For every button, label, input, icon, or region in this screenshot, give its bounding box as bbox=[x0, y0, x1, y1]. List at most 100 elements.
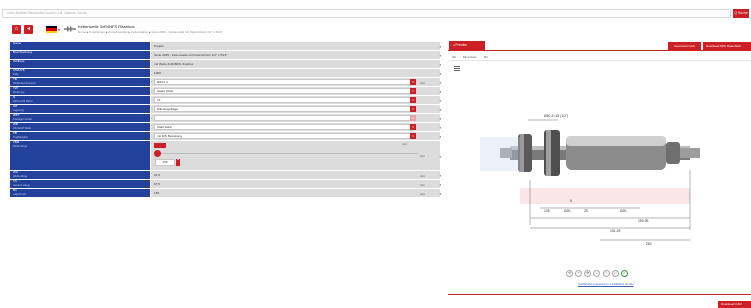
page-title: Kettenwelle 3xR4NFS Ritzelbox bbox=[78, 24, 135, 29]
lock-icon[interactable]: ▪ bbox=[438, 89, 443, 94]
param-sublabel: Lagerbreite bbox=[13, 192, 27, 196]
lock-icon[interactable]: ▪ bbox=[438, 154, 443, 159]
tab-preview[interactable]: ◂ Preview bbox=[449, 41, 485, 50]
download-pdf-button[interactable]: Download PDF Datenblatt bbox=[703, 42, 751, 50]
lock-icon[interactable]: ▪ bbox=[438, 98, 443, 103]
param-label-cell: TS Gesamt Länge bbox=[10, 179, 150, 189]
param-select-value: Rillenkugellager bbox=[157, 107, 179, 111]
rotate-icon[interactable]: ⟲ bbox=[566, 270, 573, 277]
home-icon[interactable]: ⌂ bbox=[12, 25, 21, 34]
chevron-down-icon: ▾ bbox=[410, 133, 416, 139]
lock-icon[interactable]: ▪ bbox=[438, 71, 443, 76]
lock-icon[interactable]: ▪ bbox=[438, 80, 443, 85]
param-label-cell: WO Wellenlänge bbox=[10, 170, 150, 180]
param-value-cell: Rillenkugellager ▾ bbox=[151, 105, 440, 114]
param-value: mit Welle 3xR4NFS ritzelbox bbox=[154, 62, 194, 66]
download-cad-button-bottom[interactable]: Download CAD bbox=[718, 301, 751, 308]
subtab-2d[interactable]: 2D bbox=[452, 55, 456, 59]
dim-label: Ø20 bbox=[620, 209, 627, 213]
tab-preview-text: Preview bbox=[455, 43, 467, 47]
chevron-down-icon[interactable]: ▾ bbox=[58, 27, 60, 32]
param-label: Attribute bbox=[13, 59, 25, 63]
chevron-down-icon: ▾ bbox=[410, 106, 416, 112]
lock-icon[interactable]: ▪ bbox=[438, 134, 443, 139]
lock-icon[interactable]: ▪ bbox=[438, 191, 443, 196]
param-sublabel: Werkstoff Welle bbox=[13, 126, 32, 130]
param-label-cell: Beschreibung bbox=[10, 50, 150, 60]
param-value-cell: Projekt bbox=[151, 42, 440, 51]
zoom-icon[interactable]: + bbox=[575, 270, 583, 277]
dim-label: Ø20 bbox=[564, 209, 571, 213]
param-select[interactable]: Rillenkugellager ▾ bbox=[154, 106, 416, 112]
search-button[interactable]: Q Suche bbox=[733, 9, 749, 18]
param-label-cell: Attribute bbox=[10, 59, 150, 69]
dim-label: 25 bbox=[584, 209, 588, 213]
shaft-drawing bbox=[480, 130, 700, 204]
back-icon[interactable]: ◂ bbox=[24, 25, 33, 34]
powered-by-link[interactable]: CADENAS powered by CADENAS GmbH bbox=[578, 282, 634, 286]
param-select[interactable]: mit DIN Bestellung ▾ bbox=[154, 133, 416, 139]
lock-icon[interactable]: ▪ bbox=[438, 53, 443, 58]
lock-icon[interactable]: ▪ bbox=[438, 125, 443, 130]
slider-range-indicator bbox=[154, 143, 166, 148]
length-slider-track[interactable] bbox=[156, 153, 418, 154]
breadcrumb-item[interactable]: Kettenwellen bbox=[131, 30, 148, 34]
pan-icon[interactable]: ✥ bbox=[584, 270, 592, 277]
param-value: Projekt bbox=[154, 44, 164, 48]
measure-icon[interactable]: ↔ bbox=[593, 270, 601, 277]
param-label-cell: TB Wellendurchmesser bbox=[10, 77, 150, 87]
param-select[interactable]: Ø20.0 d ▾ bbox=[154, 79, 416, 85]
param-select[interactable]: Glatte Welle ▾ bbox=[154, 88, 416, 94]
param-value: Serie 2025 - Kettenwelle mit Kettenritze… bbox=[154, 53, 228, 57]
settings-icon[interactable]: ✓ bbox=[620, 270, 628, 277]
dim-label: 151.25 bbox=[610, 229, 620, 233]
cad-viewer[interactable]: Ø40 Z=15 (1/2") 105 Ø20 25 Ø20 150.95 5 … bbox=[460, 90, 740, 250]
chevron-down-icon: ▾ bbox=[410, 79, 416, 85]
lock-icon[interactable]: ▪ bbox=[438, 116, 443, 121]
breadcrumb-item[interactable]: Kupplungen bbox=[89, 30, 105, 34]
search-input[interactable]: Unter Bedarfs-Stichwörtern suchen z.B. Z… bbox=[2, 9, 731, 18]
param-label-cell: WT Lagerung bbox=[10, 104, 150, 114]
fit-icon[interactable]: □ bbox=[602, 270, 610, 277]
param-select-value: Ø20.0 d bbox=[157, 80, 168, 84]
dim-label: 105 bbox=[544, 209, 550, 213]
dim-label: Ø40 Z=15 (1/2") bbox=[544, 114, 568, 118]
param-unit: mm bbox=[420, 80, 425, 85]
viewer-toolbar: ⟲ + ✥ ↔ □ ⤢ ✓ bbox=[566, 270, 629, 278]
preview-subtabs: 2D Dimension 3D bbox=[452, 55, 494, 59]
param-value-cell: Ø20.0 d ▾ bbox=[151, 78, 440, 87]
dim-label: 260 bbox=[646, 242, 652, 246]
param-select[interactable]: 15 ▾ bbox=[154, 97, 416, 103]
chevron-down-icon: ▾ bbox=[410, 88, 416, 94]
lock-icon[interactable]: ▪ bbox=[438, 173, 443, 178]
breadcrumb-item[interactable]: Antriebswellen bbox=[108, 30, 128, 34]
fullscreen-icon[interactable]: ⤢ bbox=[611, 270, 619, 277]
subtab-dimension[interactable]: Dimension bbox=[463, 55, 477, 59]
length-number-input[interactable]: 150 bbox=[155, 159, 175, 166]
dim-label: 150.95 bbox=[638, 219, 648, 223]
param-label-cell: ANZAHL Zeile bbox=[10, 68, 150, 78]
chevron-down-icon: ▾ bbox=[410, 124, 416, 130]
lock-icon[interactable]: ▪ bbox=[438, 44, 443, 49]
lock-icon[interactable]: ▪ bbox=[438, 107, 443, 112]
param-value-cell: 87,5 bbox=[151, 180, 440, 189]
param-sublabel: Zähnezahl Ritzel bbox=[13, 99, 33, 103]
length-stepper[interactable]: ▴▾ bbox=[176, 159, 180, 166]
lock-icon[interactable]: ▪ bbox=[438, 182, 443, 187]
param-label-cell: S Zähnezahl Ritzel bbox=[10, 95, 150, 105]
lock-icon[interactable]: ▪ bbox=[438, 62, 443, 67]
subtab-3d[interactable]: 3D bbox=[484, 55, 488, 59]
param-select[interactable]: Stahl blank ▾ bbox=[154, 124, 416, 130]
param-label-cell: TBR Wellenlänge bbox=[10, 140, 150, 171]
param-label-cell: B1 Lagerbreite bbox=[10, 188, 150, 198]
breadcrumb-item[interactable]: Home bbox=[78, 30, 86, 34]
dim-label: 5 bbox=[570, 199, 572, 203]
breadcrumb-item[interactable]: Serie 2025 - Kettenwelle mit Kettenritze… bbox=[151, 30, 222, 34]
slider-unit: mm bbox=[402, 142, 407, 146]
param-value-cell: mit DIN Bestellung ▾ bbox=[151, 132, 440, 141]
menu-icon[interactable] bbox=[454, 66, 460, 72]
length-slider-handle[interactable] bbox=[154, 150, 161, 157]
product-thumbnail bbox=[64, 26, 76, 32]
download-cad-button[interactable]: Download CAD bbox=[668, 42, 701, 50]
language-flag-icon[interactable] bbox=[46, 26, 57, 33]
